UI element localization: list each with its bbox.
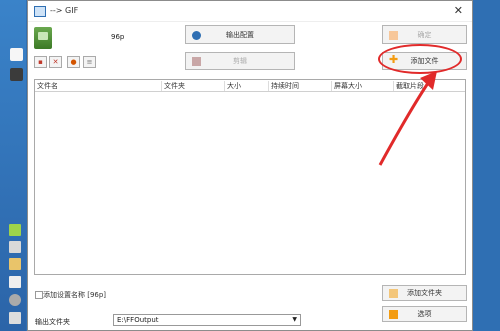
arrow-head	[420, 71, 437, 90]
red-arrow-annotation	[378, 71, 437, 166]
arrow-shaft	[378, 79, 432, 166]
